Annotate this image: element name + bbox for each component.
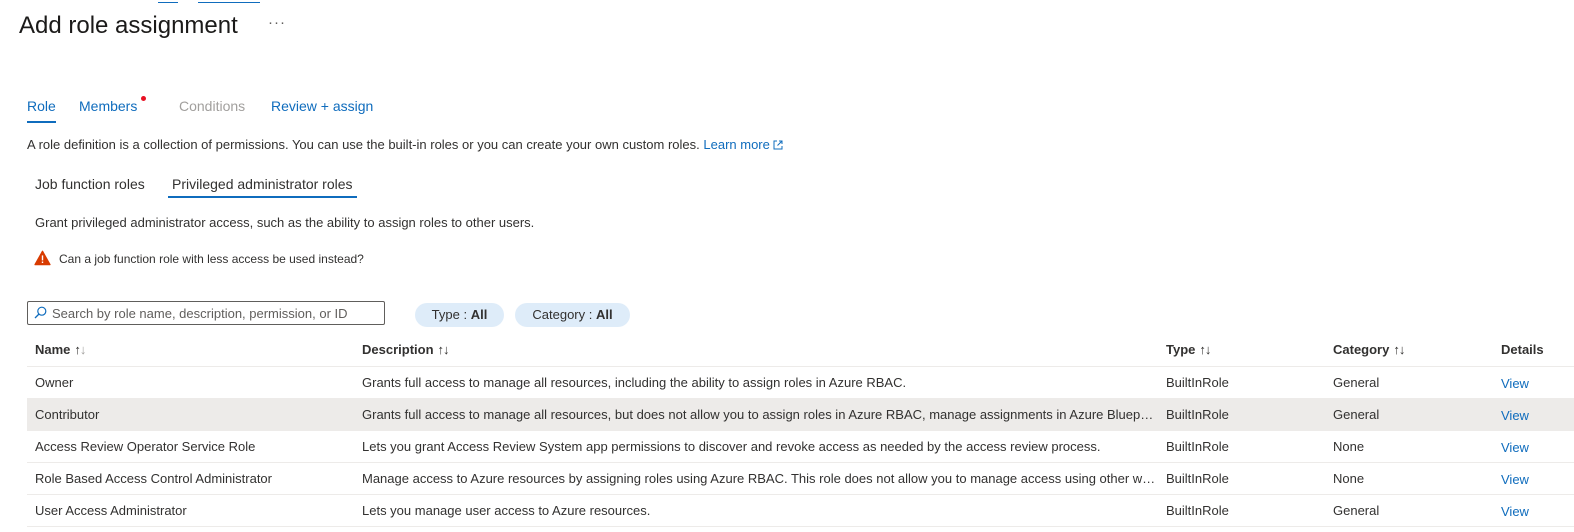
column-header-name-label: Name: [35, 342, 71, 357]
privileged-roles-description: Grant privileged administrator access, s…: [35, 215, 535, 230]
role-name: Owner: [35, 375, 74, 390]
sort-icon: ↑↓: [437, 342, 450, 357]
type-filter-value: All: [470, 307, 488, 322]
role-type: BuiltInRole: [1166, 439, 1229, 454]
role-description: Grants full access to manage all resourc…: [362, 375, 907, 390]
view-details-link[interactable]: View: [1501, 400, 1571, 431]
search-input[interactable]: [52, 303, 378, 323]
category-filter-label: Category :: [532, 307, 593, 322]
role-name: User Access Administrator: [35, 503, 187, 518]
column-header-type[interactable]: Type ↑↓: [1166, 334, 1316, 366]
role-search-box: [27, 301, 385, 325]
role-type: BuiltInRole: [1166, 471, 1229, 486]
intro-text: A role definition is a collection of per…: [27, 137, 700, 152]
tab-review-assign[interactable]: Review + assign: [271, 96, 373, 116]
column-header-category[interactable]: Category ↑↓: [1333, 334, 1483, 366]
sort-ascending-icon: ↑↓: [74, 342, 86, 357]
view-details-link[interactable]: View: [1501, 496, 1571, 527]
role-description: Lets you manage user access to Azure res…: [362, 503, 651, 518]
sort-icon: ↑↓: [1199, 342, 1211, 357]
warning-icon: [34, 250, 51, 266]
role-name: Role Based Access Control Administrator: [35, 471, 272, 486]
roles-table: Name ↑↓ Description ↑↓ Type ↑↓ Category ↑↓ D…: [27, 334, 1574, 527]
more-options-button[interactable]: ···: [268, 14, 286, 31]
pivot-job-function-roles[interactable]: Job function roles: [35, 174, 145, 194]
column-header-type-label: Type: [1166, 342, 1196, 357]
view-details-link[interactable]: View: [1501, 368, 1571, 399]
type-filter-pill[interactable]: Type : All: [415, 303, 504, 327]
tab-role[interactable]: Role: [27, 96, 56, 123]
role-description: Lets you grant Access Review System app …: [362, 439, 1101, 454]
column-header-description-label: Description: [362, 342, 434, 357]
role-category: General: [1333, 407, 1380, 422]
role-type: BuiltInRole: [1166, 503, 1229, 518]
view-details-link[interactable]: View: [1501, 432, 1571, 463]
table-header-row: Name ↑↓ Description ↑↓ Type ↑↓ Category ↑↓ D…: [27, 334, 1574, 367]
category-filter-value: All: [595, 307, 613, 322]
column-header-description[interactable]: Description ↑↓: [362, 334, 1157, 366]
learn-more-link[interactable]: Learn more: [703, 137, 783, 152]
required-indicator-dot: [141, 96, 146, 101]
table-row[interactable]: Access Review Operator Service Role Lets…: [27, 431, 1574, 463]
table-row[interactable]: User Access Administrator Lets you manag…: [27, 495, 1574, 527]
warning-message: Can a job function role with less access…: [59, 252, 364, 266]
role-name: Contributor: [35, 407, 100, 422]
tab-conditions: Conditions: [179, 98, 246, 114]
role-description: Manage access to Azure resources by assi…: [362, 471, 1157, 486]
category-filter-pill[interactable]: Category : All: [515, 303, 630, 327]
tab-members[interactable]: Members: [79, 96, 137, 116]
column-header-details: Details: [1501, 342, 1544, 357]
role-definition-description: A role definition is a collection of per…: [27, 136, 783, 154]
role-type: BuiltInRole: [1166, 375, 1229, 390]
pivot-privileged-administrator-roles[interactable]: Privileged administrator roles: [168, 174, 357, 198]
table-row[interactable]: Role Based Access Control Administrator …: [27, 463, 1574, 495]
table-row[interactable]: Contributor Grants full access to manage…: [27, 399, 1574, 431]
role-type: BuiltInRole: [1166, 407, 1229, 422]
page-title: Add role assignment: [19, 12, 238, 39]
type-filter-label: Type :: [431, 307, 468, 322]
role-category: None: [1333, 471, 1365, 486]
role-category: General: [1333, 375, 1380, 390]
role-description: Grants full access to manage all resourc…: [362, 407, 1157, 422]
column-header-name[interactable]: Name ↑↓: [35, 334, 355, 366]
breadcrumb: [0, 0, 290, 4]
external-link-icon: [773, 140, 783, 150]
sort-icon: ↑↓: [1393, 342, 1405, 357]
search-icon: [34, 306, 47, 319]
role-name: Access Review Operator Service Role: [35, 439, 256, 454]
learn-more-label: Learn more: [703, 137, 770, 152]
column-header-category-label: Category: [1333, 342, 1390, 357]
table-row[interactable]: Owner Grants full access to manage all r…: [27, 367, 1574, 399]
view-details-link[interactable]: View: [1501, 464, 1571, 495]
role-category: None: [1333, 439, 1365, 454]
role-category: General: [1333, 503, 1380, 518]
